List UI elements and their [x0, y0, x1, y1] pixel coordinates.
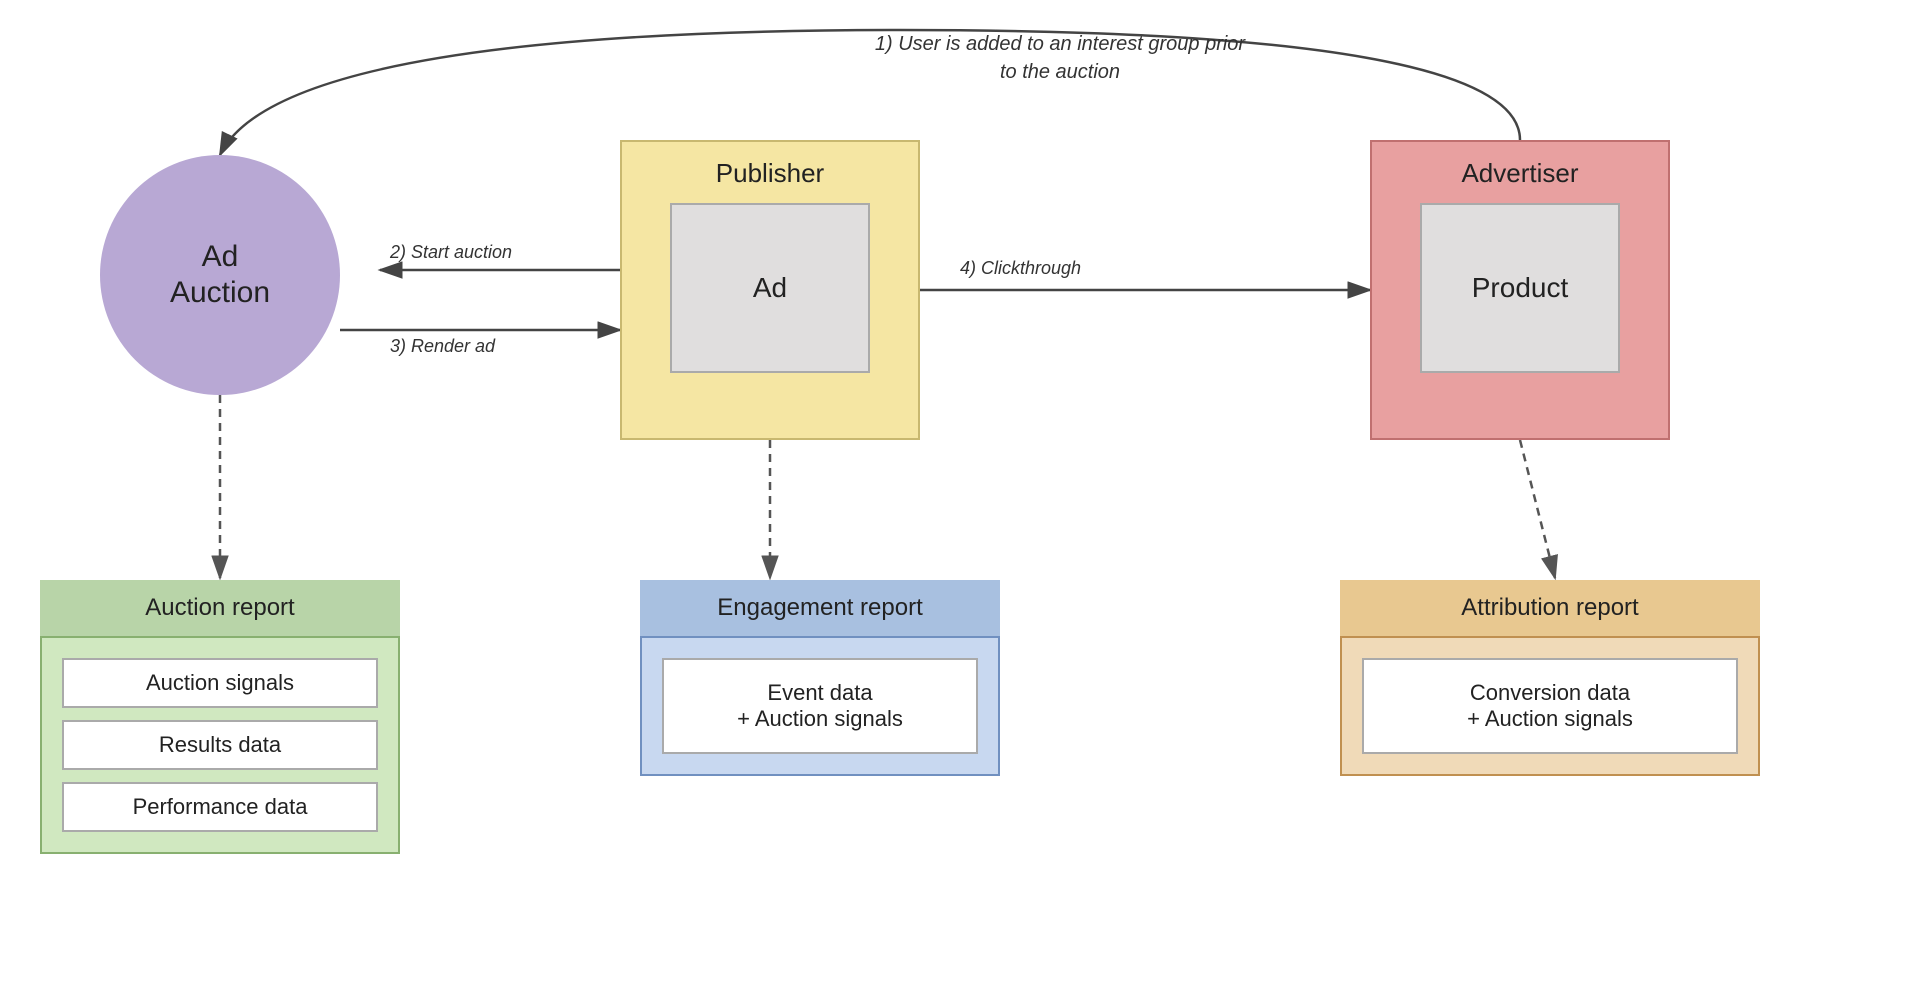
publisher-inner-label: Ad — [753, 272, 787, 304]
publisher-node: Publisher Ad — [620, 140, 920, 440]
attribution-report: Attribution report Conversion data + Auc… — [1340, 580, 1760, 776]
engagement-report: Engagement report Event data + Auction s… — [640, 580, 1000, 776]
start-auction-label: 2) Start auction — [390, 242, 512, 263]
auction-report-body: Auction signals Results data Performance… — [40, 638, 400, 854]
advertiser-inner: Product — [1420, 203, 1620, 373]
interest-group-note: 1) User is added to an interest group pr… — [870, 30, 1250, 86]
diagram: 1) User is added to an interest group pr… — [0, 0, 1908, 988]
ad-auction-label: AdAuction — [170, 239, 270, 311]
attribution-report-title: Attribution report — [1340, 580, 1760, 638]
auction-signals-item: Auction signals — [62, 658, 378, 708]
engagement-report-title: Engagement report — [640, 580, 1000, 638]
ad-auction-node: AdAuction — [100, 155, 340, 395]
auction-report-title: Auction report — [40, 580, 400, 638]
auction-report: Auction report Auction signals Results d… — [40, 580, 400, 854]
advertiser-inner-label: Product — [1472, 272, 1569, 304]
publisher-inner: Ad — [670, 203, 870, 373]
attribution-report-body: Conversion data + Auction signals — [1340, 638, 1760, 776]
conversion-data-item: Conversion data + Auction signals — [1362, 658, 1738, 754]
clickthrough-label: 4) Clickthrough — [960, 258, 1081, 279]
advertiser-title: Advertiser — [1461, 158, 1578, 189]
advertiser-node: Advertiser Product — [1370, 140, 1670, 440]
publisher-title: Publisher — [716, 158, 824, 189]
event-data-item: Event data + Auction signals — [662, 658, 978, 754]
render-ad-label: 3) Render ad — [390, 336, 495, 357]
performance-data-item: Performance data — [62, 782, 378, 832]
results-data-item: Results data — [62, 720, 378, 770]
engagement-report-body: Event data + Auction signals — [640, 638, 1000, 776]
